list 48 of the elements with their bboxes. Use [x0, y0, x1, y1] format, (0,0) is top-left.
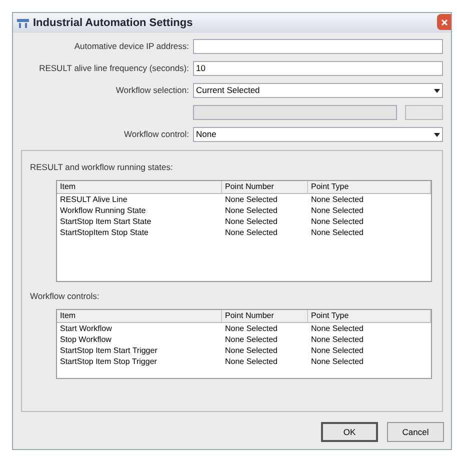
table-cell-text: Stop Workflow [59, 334, 112, 344]
column-header[interactable]: Item [57, 310, 222, 322]
column-header[interactable]: Item [57, 180, 222, 193]
table-cell-text: None Selected [310, 356, 364, 366]
table-cell-text: None Selected [224, 356, 278, 366]
window-title: Industrial Automation Settings [33, 16, 193, 31]
cancel-button[interactable]: Cancel [387, 422, 444, 442]
table-cell-text: None Selected [310, 322, 364, 334]
table-cell-text: StartStop Item Start Trigger [59, 344, 158, 356]
field-label: Workflow control: [122, 128, 189, 141]
table-cell-text: None Selected [224, 344, 278, 356]
table-cell-text: None Selected [310, 204, 364, 216]
dropdown-arrow-icon [434, 132, 440, 136]
column-header[interactable]: Point Number [222, 310, 308, 322]
dropdown[interactable]: Current Selected [193, 83, 443, 98]
table-cell-text: Start Workflow [59, 322, 113, 334]
column-header[interactable]: Point Type [308, 310, 431, 322]
section-label: Workflow controls: [30, 290, 100, 302]
table-cell-text: RESULT Alive Line [59, 194, 128, 205]
field-label: Workflow selection: [114, 84, 189, 97]
column-header[interactable]: Point Type [308, 180, 431, 193]
input-field[interactable] [193, 39, 443, 54]
close-button[interactable] [437, 14, 451, 30]
table-cell-text: None Selected [310, 216, 364, 227]
field-label: Automative device IP address: [73, 40, 189, 53]
dropdown-arrow-icon [434, 88, 440, 92]
dropdown[interactable]: None [193, 127, 443, 142]
table-cell-text: StartStopItem Stop State [59, 226, 150, 238]
section-label: RESULT and workflow running states: [30, 161, 174, 174]
app-icon [17, 18, 29, 28]
table-cell-text: None Selected [224, 194, 278, 205]
table-cell-text: None Selected [310, 226, 364, 238]
table-cell-text: None Selected [224, 216, 278, 227]
table-cell-text: None Selected [224, 226, 278, 238]
table-cell-text: None Selected [224, 204, 278, 216]
column-header[interactable]: Point Number [222, 180, 308, 193]
table-cell-text: Workflow Running State [59, 204, 147, 216]
ok-button[interactable]: OK [321, 422, 378, 442]
field-label: RESULT alive line frequency (seconds): [38, 62, 189, 75]
table-cell-text: None Selected [310, 344, 364, 356]
table-cell-text: StartStop Item Stop Trigger [59, 356, 158, 366]
close-icon [440, 18, 448, 26]
table-cell-text: StartStop Item Start State [59, 216, 152, 227]
table-cell-text: None Selected [310, 334, 364, 344]
table-cell-text: None Selected [310, 194, 364, 205]
input-field[interactable]: 10 [193, 61, 443, 76]
table-cell-text: None Selected [224, 322, 278, 334]
table-cell-text: None Selected [224, 334, 278, 344]
